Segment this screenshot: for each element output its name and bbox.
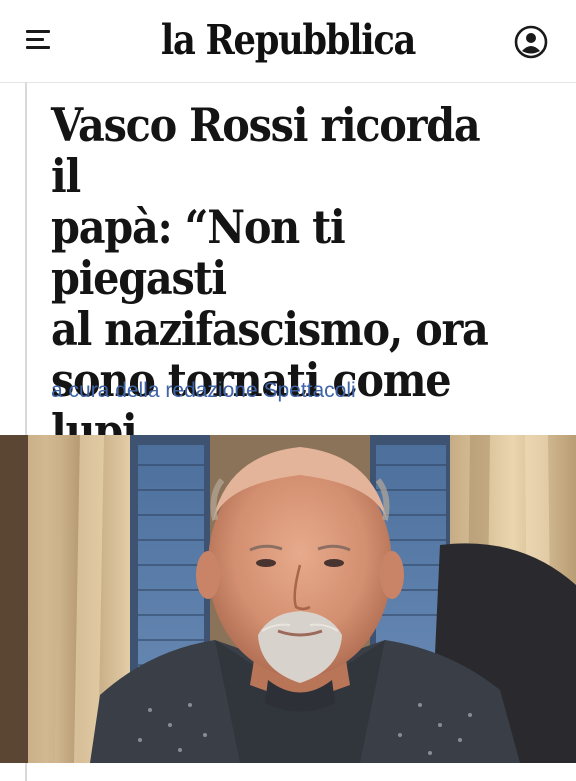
site-logo[interactable]: la Repubblica — [40, 14, 535, 66]
article-byline[interactable]: a cura della redazione Spettacoli — [51, 379, 356, 403]
user-account-icon[interactable] — [510, 22, 552, 62]
article-photo[interactable] — [0, 435, 576, 763]
article-left-rule — [25, 82, 27, 435]
site-header: la Repubblica — [0, 0, 576, 83]
article-left-rule-bottom — [25, 763, 27, 781]
